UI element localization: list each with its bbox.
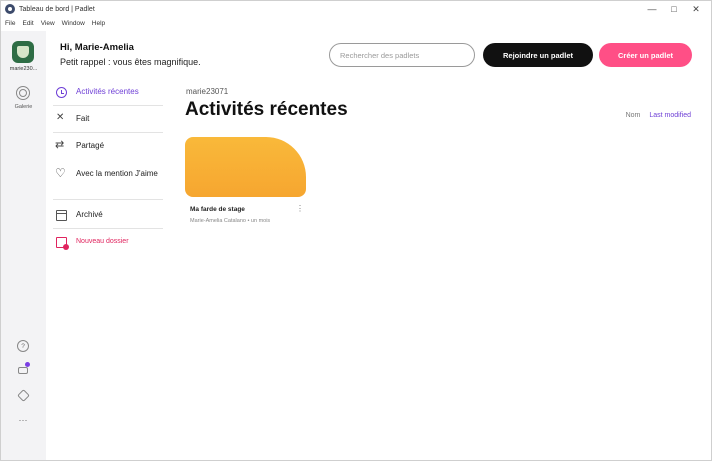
layers-icon[interactable] — [16, 388, 30, 402]
new-folder-button[interactable]: Nouveau dossier — [53, 236, 165, 250]
gallery-label[interactable]: Galerie — [1, 104, 46, 110]
join-padlet-button[interactable]: Rejoindre un padlet — [483, 43, 593, 67]
menu-window[interactable]: Window — [62, 20, 85, 27]
clock-icon — [56, 87, 67, 98]
menu-help[interactable]: Help — [92, 20, 105, 27]
divider — [53, 105, 163, 106]
padlet-title[interactable]: Ma farde de stage — [190, 206, 245, 213]
kebab-menu-icon[interactable]: ⋮ — [296, 204, 304, 213]
padlet-thumbnail[interactable] — [185, 137, 306, 197]
close-button[interactable]: ✕ — [685, 1, 707, 17]
archive-icon — [56, 210, 67, 221]
left-rail: marie230... Galerie ? ··· — [1, 31, 46, 460]
window-controls: — □ ✕ — [641, 1, 707, 17]
gallery-icon[interactable] — [16, 86, 30, 100]
menu-file[interactable]: File — [5, 20, 15, 27]
breadcrumb[interactable]: marie23071 — [186, 87, 228, 96]
divider — [53, 199, 163, 200]
nav-label: Fait — [76, 114, 90, 123]
nav-item-shared[interactable]: Partagé — [53, 138, 165, 152]
more-icon[interactable]: ··· — [17, 414, 29, 426]
padlet-logo-icon — [5, 4, 15, 14]
padlet-card[interactable]: Ma farde de stage ⋮ Marie-Amelia Catalan… — [185, 137, 306, 231]
help-icon[interactable]: ? — [17, 340, 29, 352]
menu-bar: File Edit View Window Help — [1, 17, 112, 30]
nav-item-done[interactable]: Fait — [53, 112, 165, 125]
page-title: Activités récentes — [185, 99, 348, 120]
nav-item-archived[interactable]: Archivé — [53, 209, 165, 221]
rail-username[interactable]: marie230... — [1, 66, 46, 72]
notification-dot-icon — [25, 362, 30, 367]
nav-label: Partagé — [76, 141, 105, 150]
done-icon — [56, 112, 67, 125]
heart-icon — [55, 166, 67, 180]
share-icon — [55, 138, 67, 152]
sort-by-last-modified[interactable]: Last modified — [649, 112, 691, 119]
padlet-meta: Marie-Amelia Catalano • un mois — [190, 218, 271, 224]
avatar[interactable] — [12, 41, 34, 63]
nav-item-recent[interactable]: Activités récentes — [53, 86, 165, 98]
maximize-button[interactable]: □ — [663, 1, 685, 17]
nav-label: Archivé — [76, 210, 103, 219]
nav-label: Avec la mention J'aime — [76, 169, 158, 178]
folder-add-icon — [56, 237, 69, 250]
shield-icon — [17, 46, 29, 58]
nav-label: Nouveau dossier — [76, 238, 129, 245]
divider — [53, 132, 163, 133]
menu-view[interactable]: View — [41, 20, 55, 27]
create-padlet-button[interactable]: Créer un padlet — [599, 43, 692, 67]
minimize-button[interactable]: — — [641, 1, 663, 17]
menu-edit[interactable]: Edit — [22, 20, 33, 27]
window-title: Tableau de bord | Padlet — [19, 5, 95, 13]
app-window: Tableau de bord | Padlet — □ ✕ File Edit… — [0, 0, 712, 461]
search-field[interactable] — [329, 43, 475, 67]
sort-options: Nom Last modified — [626, 112, 691, 119]
reminder-text: Petit rappel : vous êtes magnifique. — [60, 57, 201, 67]
nav-item-liked[interactable]: Avec la mention J'aime — [53, 166, 165, 180]
search-input[interactable] — [340, 50, 470, 60]
sort-by-name[interactable]: Nom — [626, 112, 641, 119]
nav-label: Activités récentes — [76, 87, 139, 96]
divider — [53, 228, 163, 229]
title-bar: Tableau de bord | Padlet — □ ✕ — [1, 1, 711, 17]
greeting: Hi, Marie-Amelia — [60, 42, 134, 53]
announcements-icon[interactable] — [17, 362, 30, 376]
